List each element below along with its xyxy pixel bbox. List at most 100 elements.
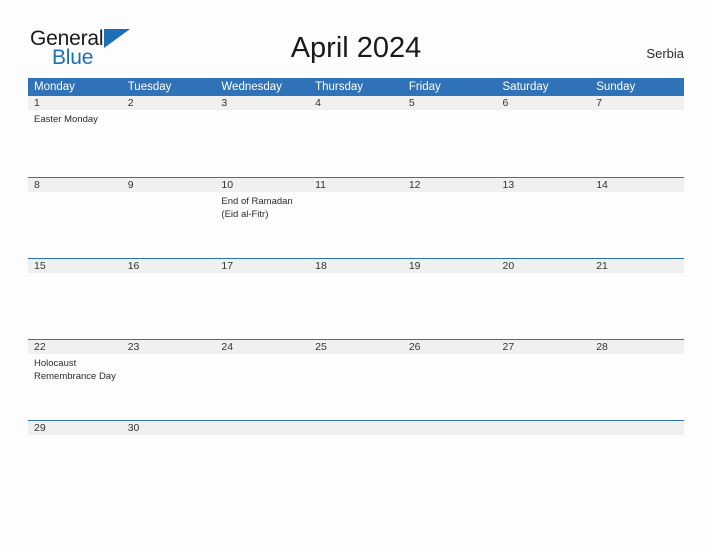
day-number: 1	[34, 97, 40, 109]
day-cell[interactable]: 27	[497, 340, 591, 420]
day-cell[interactable]: 29	[28, 421, 122, 501]
day-events: Easter Monday	[34, 113, 122, 126]
day-cell[interactable]: 13	[497, 178, 591, 258]
day-cell[interactable]: 28	[590, 340, 684, 420]
day-cell[interactable]: 19	[403, 259, 497, 339]
day-number: 17	[221, 260, 234, 272]
event-label: End of Ramadan	[221, 196, 293, 207]
weekday-header-monday: Monday	[34, 81, 75, 93]
day-number: 22	[34, 341, 46, 353]
day-cell[interactable]	[403, 421, 497, 501]
day-number: 30	[127, 422, 140, 434]
day-cell-group: 8 9 10 End of Ramadan (Eid al-Fitr) 11 12 13 14	[28, 178, 684, 258]
day-cell[interactable]: 15	[28, 259, 122, 339]
day-cell[interactable]	[309, 421, 403, 501]
weekday-header-tuesday: Tuesday	[127, 81, 172, 93]
day-number: 23	[127, 341, 140, 353]
day-cell[interactable]: 25	[309, 340, 403, 420]
day-cell[interactable]: 30	[122, 421, 216, 501]
day-cell-group: 15 16 17 18 19 20 21	[28, 259, 684, 339]
day-cell[interactable]: 24	[215, 340, 309, 420]
day-cell[interactable]: 9	[122, 178, 216, 258]
day-cell[interactable]: 14	[590, 178, 684, 258]
weekday-header-wednesday: Wednesday	[221, 81, 282, 93]
day-number: 20	[502, 260, 515, 272]
day-cell-group: 1 Easter Monday 2 3 4 5 6 7	[28, 96, 684, 176]
day-number: 3	[221, 97, 228, 109]
day-cell[interactable]: 22 Holocaust Remembrance Day	[28, 340, 122, 420]
day-number: 7	[596, 97, 603, 109]
day-cell[interactable]: 3	[215, 96, 309, 176]
day-number	[315, 421, 403, 435]
day-number: 5	[408, 97, 415, 109]
day-cell-group: 29 30	[28, 421, 684, 501]
day-number: 19	[408, 260, 421, 272]
day-cell-group: 22 Holocaust Remembrance Day 23 24 25 26 27 28	[28, 340, 684, 420]
day-cell[interactable]: 16	[122, 259, 216, 339]
day-number: 24	[221, 341, 234, 353]
day-number: 8	[34, 179, 40, 191]
day-number: 6	[502, 97, 509, 109]
day-cell[interactable]: 5	[403, 96, 497, 176]
day-cell[interactable]: 1 Easter Monday	[28, 96, 122, 176]
day-cell[interactable]: 4	[309, 96, 403, 176]
day-number: 29	[34, 422, 46, 434]
day-cell[interactable]: 12	[403, 178, 497, 258]
weekday-header-thursday: Thursday	[315, 81, 364, 93]
weekday-header-saturday: Saturday	[502, 81, 549, 93]
day-number: 10	[221, 179, 234, 191]
day-number: 26	[408, 341, 421, 353]
region-label: Serbia	[646, 46, 684, 61]
calendar-week-row: 22 Holocaust Remembrance Day 23 24 25 26 27 28	[28, 339, 684, 420]
calendar-grid: Monday Tuesday Wednesday Thursday Friday…	[28, 78, 684, 501]
day-number: 28	[596, 341, 608, 353]
day-number: 18	[315, 260, 327, 272]
weekday-header-row: Monday Tuesday Wednesday Thursday Friday…	[28, 78, 684, 96]
day-cell[interactable]: 7	[590, 96, 684, 176]
day-cell[interactable]: 6	[497, 96, 591, 176]
calendar-week-row: 8 9 10 End of Ramadan (Eid al-Fitr) 11 12 13 14	[28, 177, 684, 258]
weekday-header-friday: Friday	[408, 81, 441, 93]
day-number: 14	[596, 179, 608, 191]
day-cell[interactable]: 23	[122, 340, 216, 420]
page-header: General Blue April 2024 Serbia	[0, 0, 712, 78]
day-cell[interactable]	[497, 421, 591, 501]
day-cell[interactable]	[215, 421, 309, 501]
day-cell[interactable]: 21	[590, 259, 684, 339]
day-number: 2	[127, 97, 134, 109]
day-cell[interactable]: 20	[497, 259, 591, 339]
day-number: 13	[502, 179, 515, 191]
day-number: 12	[408, 179, 421, 191]
day-number	[596, 421, 684, 435]
page-title: April 2024	[290, 32, 422, 64]
day-number: 25	[315, 341, 327, 353]
event-label: Easter Monday	[34, 114, 98, 125]
day-number	[503, 421, 591, 435]
day-cell[interactable]	[590, 421, 684, 501]
day-number	[221, 421, 309, 435]
day-cell[interactable]: 17	[215, 259, 309, 339]
day-number	[409, 421, 497, 435]
day-cell[interactable]: 11	[309, 178, 403, 258]
day-number: 11	[315, 179, 327, 191]
event-label: Holocaust	[34, 358, 77, 369]
event-label: (Eid al-Fitr)	[221, 209, 269, 220]
day-number: 16	[127, 260, 140, 272]
calendar-week-row: 29 30	[28, 420, 684, 501]
day-events: Holocaust Remembrance Day	[34, 357, 122, 383]
day-number: 9	[127, 179, 134, 191]
day-cell[interactable]: 26	[403, 340, 497, 420]
calendar-week-row: 15 16 17 18 19 20 21	[28, 258, 684, 339]
day-events: End of Ramadan (Eid al-Fitr)	[221, 195, 309, 221]
day-cell[interactable]: 8	[28, 178, 122, 258]
weekday-header-sunday: Sunday	[596, 81, 636, 93]
calendar-week-row: 1 Easter Monday 2 3 4 5 6 7	[28, 96, 684, 177]
day-cell[interactable]: 2	[122, 96, 216, 176]
day-cell[interactable]: 10 End of Ramadan (Eid al-Fitr)	[215, 178, 309, 258]
day-number: 15	[34, 260, 46, 272]
day-cell[interactable]: 18	[309, 259, 403, 339]
day-number: 21	[596, 260, 608, 272]
calendar-weeks: 1 Easter Monday 2 3 4 5 6 7 8 9 10 End of Ramadan (E…	[28, 96, 684, 501]
day-number: 4	[315, 97, 321, 109]
day-number: 27	[502, 341, 515, 353]
